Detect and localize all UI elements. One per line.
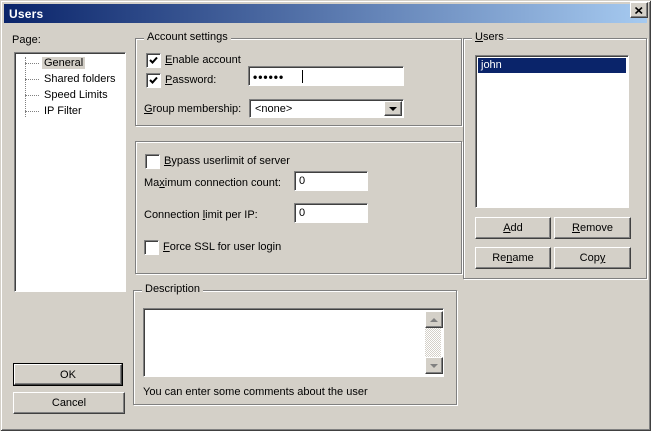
tree-item-label: IP Filter	[42, 105, 84, 117]
group-membership-value: <none>	[255, 103, 292, 115]
tree-item-label: General	[42, 57, 85, 69]
description-hint: You can enter some comments about the us…	[143, 386, 368, 398]
description-textarea-frame	[143, 308, 444, 377]
description-textarea[interactable]	[146, 311, 427, 376]
force-ssl-label: Force SSL for user login	[163, 241, 281, 253]
close-button[interactable]	[630, 2, 648, 18]
users-dialog: Users Page: General Shared folders Speed L…	[0, 0, 651, 431]
tree-item-speed-limits[interactable]: Speed Limits	[17, 87, 123, 103]
cancel-button[interactable]: Cancel	[13, 392, 125, 414]
text-caret	[302, 70, 303, 83]
password-input[interactable]: ••••••	[248, 66, 404, 86]
triangle-down-icon	[430, 364, 438, 368]
user-list-item[interactable]: john	[478, 58, 626, 73]
ip-limit-input[interactable]	[297, 206, 365, 220]
password-label: Password:	[165, 74, 216, 86]
scroll-down-button[interactable]	[425, 357, 443, 374]
bypass-userlimit-checkbox[interactable]	[145, 154, 160, 169]
tree-item-shared-folders[interactable]: Shared folders	[17, 71, 123, 87]
enable-account-label: Enable account	[165, 54, 241, 66]
tree-item-label: Speed Limits	[42, 89, 110, 101]
chevron-down-icon	[389, 107, 397, 111]
title-bar[interactable]: Users	[4, 4, 647, 23]
ip-limit-input-frame	[294, 203, 368, 223]
check-icon	[148, 55, 159, 66]
users-group: Users john Add Remove Rename Copy	[463, 38, 647, 279]
max-connection-input[interactable]	[297, 174, 365, 188]
account-settings-title: Account settings	[144, 31, 231, 44]
bypass-userlimit-label: Bypass userlimit of server	[164, 155, 290, 167]
check-icon	[148, 75, 159, 86]
description-scrollbar[interactable]	[425, 311, 441, 374]
page-tree[interactable]: General Shared folders Speed Limits IP Filt…	[14, 52, 126, 292]
group-membership-select[interactable]: <none>	[249, 99, 404, 118]
users-list[interactable]: john	[475, 55, 629, 208]
force-ssl-checkbox[interactable]	[144, 240, 159, 255]
copy-button[interactable]: Copy	[554, 247, 631, 269]
description-group: Description You can enter some comments …	[133, 290, 457, 405]
window-title: Users	[4, 7, 43, 21]
remove-button[interactable]: Remove	[554, 217, 631, 239]
tree-item-ip-filter[interactable]: IP Filter	[17, 103, 123, 119]
password-checkbox[interactable]	[146, 73, 161, 88]
users-title: Users	[472, 31, 507, 44]
account-settings-group: Account settings Enable account Password…	[135, 38, 462, 126]
scroll-up-button[interactable]	[425, 311, 443, 328]
enable-account-checkbox[interactable]	[146, 53, 161, 68]
dropdown-arrow-button[interactable]	[384, 101, 402, 116]
rename-button[interactable]: Rename	[475, 247, 551, 269]
max-connection-input-frame	[294, 171, 368, 191]
limits-group: Bypass userlimit of server Maximum conne…	[135, 141, 462, 274]
page-label: Page:	[12, 34, 41, 46]
ok-button-frame: OK	[13, 363, 123, 386]
description-title: Description	[142, 283, 203, 296]
ip-limit-label: Connection limit per IP:	[144, 209, 258, 221]
tree-item-general[interactable]: General	[17, 55, 123, 71]
triangle-up-icon	[430, 318, 438, 322]
add-button[interactable]: Add	[475, 217, 551, 239]
password-mask: ••••••	[253, 70, 284, 84]
close-icon	[635, 7, 643, 14]
ok-button[interactable]: OK	[14, 364, 122, 385]
max-connection-label: Maximum connection count:	[144, 177, 281, 189]
group-membership-label: Group membership:	[144, 103, 241, 115]
tree-item-label: Shared folders	[42, 73, 118, 85]
